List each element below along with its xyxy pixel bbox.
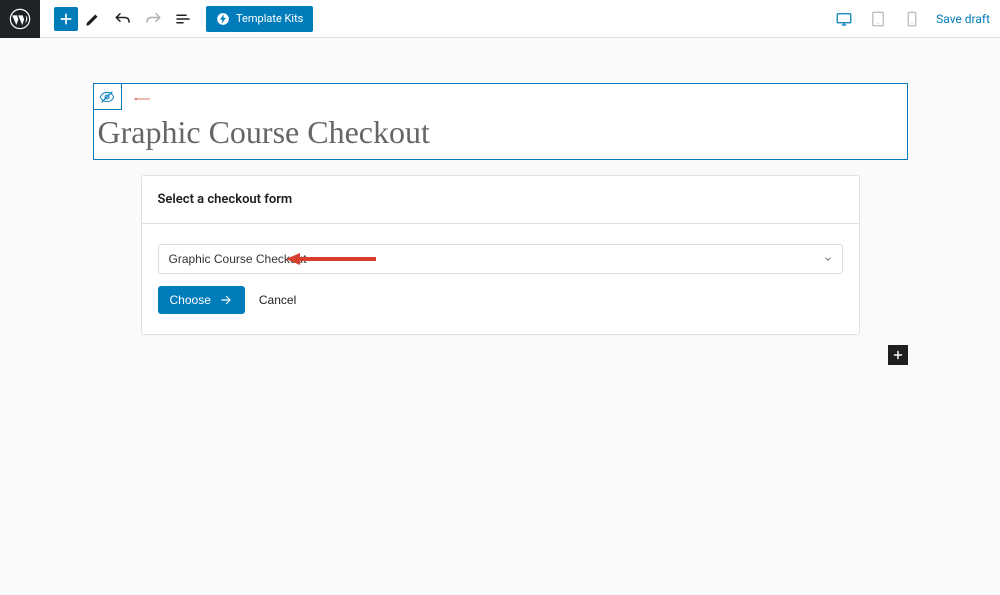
mobile-view-button[interactable]	[902, 9, 922, 29]
save-draft-link[interactable]: Save draft	[936, 12, 990, 26]
editor-toolbar: Template Kits Save draft	[0, 0, 1000, 38]
wordpress-icon	[9, 8, 31, 30]
block-visibility-tab[interactable]	[94, 84, 122, 110]
tablet-icon	[869, 10, 887, 28]
eye-slash-icon	[99, 89, 115, 105]
template-kits-button[interactable]: Template Kits	[206, 6, 313, 32]
edit-mode-button[interactable]	[78, 7, 108, 31]
list-icon	[174, 10, 192, 28]
checkout-form-select[interactable]: Graphic Course Checkout	[158, 244, 843, 274]
annotation-arrow-1	[134, 91, 150, 107]
page-title[interactable]: Graphic Course Checkout	[94, 110, 907, 159]
tablet-view-button[interactable]	[868, 9, 888, 29]
checkout-form-panel: Select a checkout form Graphic Course Ch…	[141, 175, 860, 335]
cancel-button[interactable]: Cancel	[259, 293, 296, 307]
mobile-icon	[903, 10, 921, 28]
document-outline-button[interactable]	[168, 7, 198, 31]
bolt-icon	[216, 12, 230, 26]
form-actions: Choose Cancel	[158, 286, 843, 314]
add-block-button[interactable]	[54, 7, 78, 31]
add-block-inline-button[interactable]	[888, 345, 908, 365]
form-panel-header: Select a checkout form	[142, 176, 859, 224]
undo-icon	[114, 10, 132, 28]
choose-button[interactable]: Choose	[158, 286, 245, 314]
title-block[interactable]: Graphic Course Checkout	[93, 83, 908, 160]
form-panel-body: Graphic Course Checkout Choose	[142, 224, 859, 334]
choose-button-label: Choose	[170, 293, 211, 307]
pencil-icon	[84, 10, 102, 28]
desktop-icon	[835, 10, 853, 28]
toolbar-left-group: Template Kits	[0, 0, 313, 37]
plus-icon	[891, 348, 905, 362]
annotation-arrow-2	[286, 253, 376, 265]
wordpress-logo[interactable]	[0, 0, 40, 38]
undo-button[interactable]	[108, 7, 138, 31]
redo-button[interactable]	[138, 7, 168, 31]
editor-canvas: Graphic Course Checkout Select a checkou…	[0, 38, 1000, 595]
plus-icon	[58, 11, 74, 27]
redo-icon	[144, 10, 162, 28]
toolbar-right-group: Save draft	[834, 9, 1000, 29]
desktop-view-button[interactable]	[834, 9, 854, 29]
form-select-wrap: Graphic Course Checkout	[158, 244, 843, 274]
template-kits-label: Template Kits	[236, 12, 303, 25]
page-container: Graphic Course Checkout Select a checkou…	[93, 83, 908, 595]
arrow-right-icon	[219, 293, 233, 307]
